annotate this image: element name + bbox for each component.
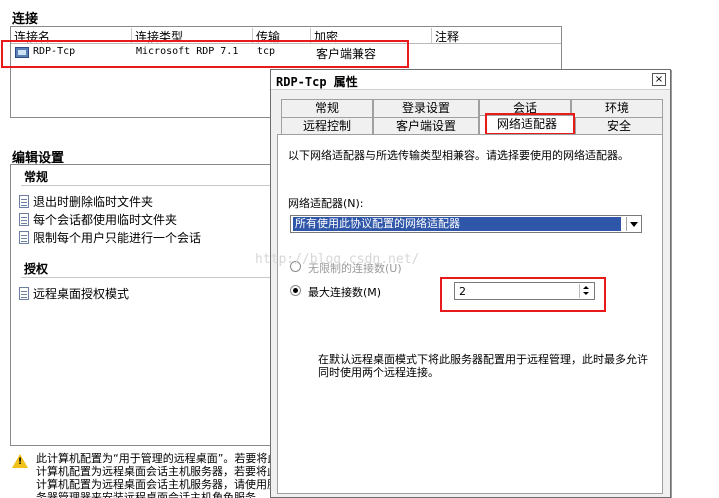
adapter-description: 以下网络适配器与所选传输类型相兼容。请选择要使用的网络适配器。	[288, 149, 629, 162]
dialog-titlebar[interactable]: RDP-Tcp 属性 ×	[271, 70, 670, 90]
setting-licensing-mode[interactable]: 远程桌面授权模式	[19, 285, 129, 301]
setting-single-session-per-user[interactable]: 限制每个用户只能进行一个会话	[19, 229, 201, 245]
tab-logon-settings[interactable]: 登录设置	[373, 99, 479, 117]
setting-document-icon	[19, 213, 29, 226]
network-adapter-selected-value: 所有使用此协议配置的网络适配器	[293, 217, 621, 231]
connections-section-title: 连接	[12, 12, 39, 27]
warning-text: 此计算机配置为“用于管理的远程桌面”。若要将此计算机配置为远程桌面会话主机服务器…	[36, 452, 279, 498]
tab-general[interactable]: 常规	[281, 99, 373, 117]
radio-max-connections[interactable]	[290, 285, 301, 296]
setting-delete-temp-folders[interactable]: 退出时删除临时文件夹	[19, 193, 153, 209]
radio-unlimited-connections-label: 无限制的连接数(U)	[308, 262, 402, 275]
radio-max-connections-label: 最大连接数(M)	[308, 286, 382, 299]
radio-unlimited-connections[interactable]	[290, 261, 301, 272]
adapter-label: 网络适配器(N):	[288, 197, 364, 210]
dialog-title: RDP-Tcp 属性	[276, 75, 358, 89]
group-divider	[21, 277, 279, 278]
setting-document-icon	[19, 195, 29, 208]
network-adapter-tab-panel: 以下网络适配器与所选传输类型相兼容。请选择要使用的网络适配器。 网络适配器(N)…	[277, 134, 663, 494]
column-header-comment[interactable]: 注释	[432, 28, 562, 44]
tab-remote-control[interactable]: 远程控制	[281, 117, 373, 135]
group-divider	[21, 185, 279, 186]
tab-client-settings[interactable]: 客户端设置	[373, 117, 479, 135]
highlight-box-max-connections	[440, 277, 606, 312]
tab-security[interactable]: 安全	[575, 117, 663, 135]
setting-document-icon	[19, 231, 29, 244]
setting-per-session-temp-folders[interactable]: 每个会话都使用临时文件夹	[19, 211, 177, 227]
network-adapter-select[interactable]: 所有使用此协议配置的网络适配器	[290, 215, 642, 233]
remote-admin-note: 在默认远程桌面模式下将此服务器配置用于远程管理，此时最多允许同时使用两个远程连接…	[318, 353, 648, 379]
tab-environment[interactable]: 环境	[571, 99, 663, 117]
close-icon[interactable]: ×	[652, 73, 666, 86]
warning-area: 此计算机配置为“用于管理的远程桌面”。若要将此计算机配置为远程桌面会话主机服务器…	[12, 452, 278, 498]
highlight-box-network-adapter-tab	[485, 113, 575, 135]
highlight-box-connection-row	[1, 40, 409, 68]
setting-document-icon	[19, 287, 29, 300]
warning-icon	[12, 454, 28, 469]
group-header-licensing: 授权	[24, 262, 49, 276]
group-header-general: 常规	[24, 170, 49, 184]
chevron-down-icon[interactable]	[626, 217, 640, 231]
edit-settings-panel: 常规 退出时删除临时文件夹 每个会话都使用临时文件夹 限制每个用户只能进行一个会…	[10, 164, 280, 446]
